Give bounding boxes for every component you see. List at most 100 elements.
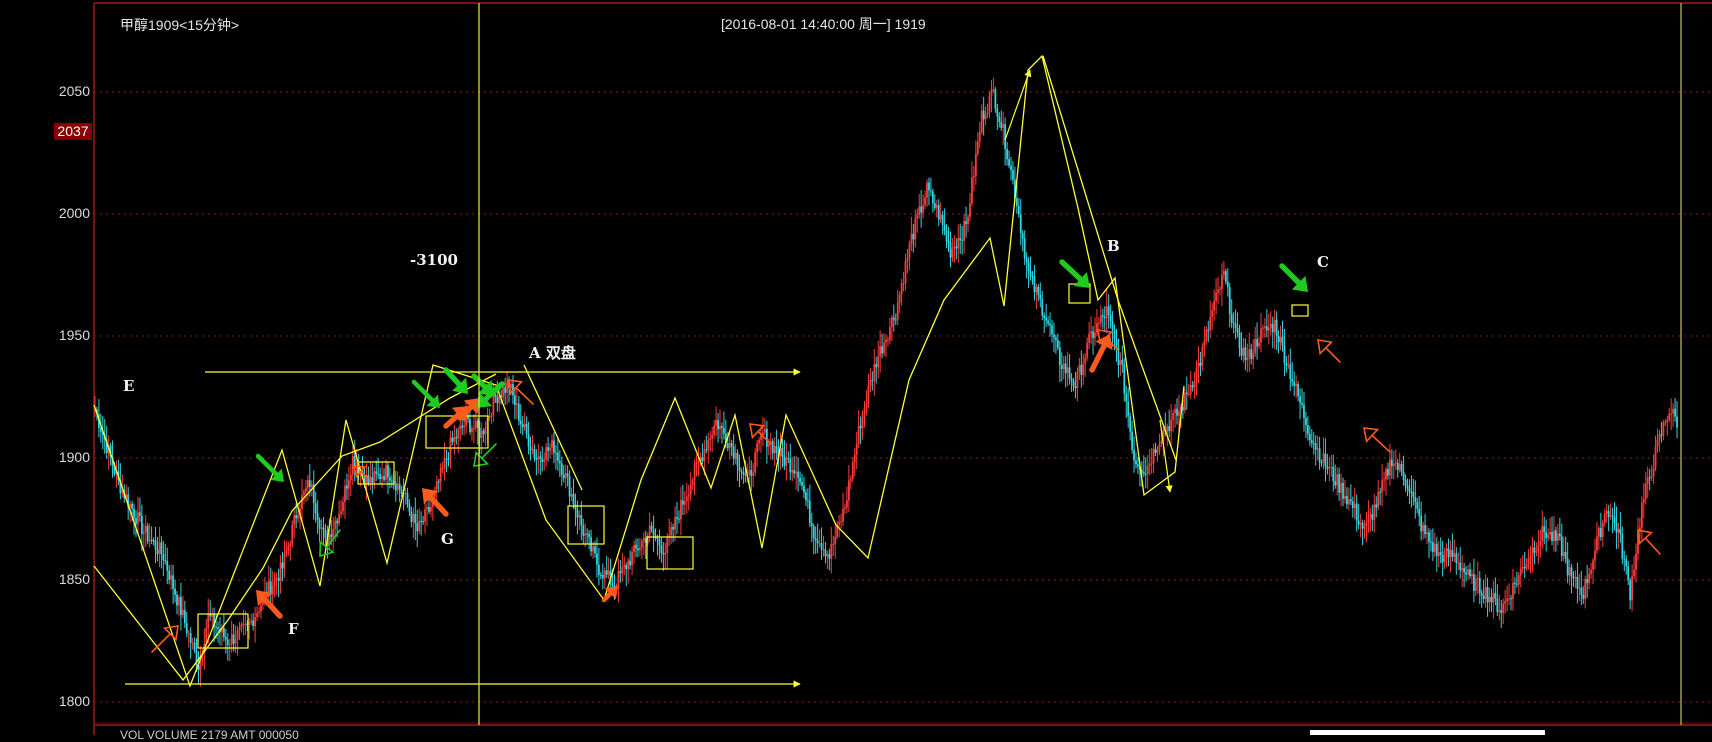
candle-body: [1560, 536, 1563, 557]
candle-body: [721, 426, 723, 428]
candle-body: [1437, 552, 1440, 557]
candle-body: [697, 460, 700, 463]
candle-body: [1664, 422, 1667, 424]
footer-scrollbar[interactable]: [1310, 730, 1545, 735]
candle-body: [1158, 443, 1161, 451]
y-tick-label: 2000: [58, 205, 90, 221]
candle-body: [193, 642, 196, 651]
candle-body: [1586, 578, 1589, 584]
candle-body: [170, 575, 173, 580]
candle-body: [885, 339, 887, 343]
candle-body: [1316, 448, 1319, 450]
candle-body: [758, 439, 760, 444]
candle-body: [1301, 402, 1303, 405]
candle-body: [185, 623, 188, 634]
candle-body: [389, 477, 391, 481]
candle-body: [1170, 419, 1173, 432]
candle-body: [1652, 467, 1655, 477]
candle-body: [1426, 532, 1428, 535]
candle-body: [1135, 460, 1137, 465]
candle-body: [789, 459, 792, 473]
candle-body: [230, 634, 233, 645]
candle-body: [898, 294, 901, 303]
candle-body: [273, 578, 276, 586]
candle-body: [1412, 492, 1415, 498]
candle-body: [1537, 545, 1540, 552]
candle-body: [748, 469, 751, 475]
candle-body: [986, 112, 989, 115]
candle-body: [349, 474, 352, 480]
candle-body: [750, 469, 753, 476]
label-b: B: [1107, 237, 1120, 255]
candle-body: [1142, 472, 1145, 474]
candle-body: [680, 500, 682, 520]
candle-body: [1394, 462, 1397, 464]
candle-body: [1258, 342, 1260, 347]
candle-body: [912, 233, 915, 240]
candle-body: [1416, 502, 1419, 509]
candle-body: [1328, 467, 1331, 469]
candlestick-chart[interactable]: [0, 0, 1712, 735]
candle-body: [678, 518, 680, 520]
candle-body: [588, 533, 591, 538]
candle-body: [580, 515, 583, 526]
candle-body: [1674, 408, 1676, 417]
candle-body: [1000, 121, 1003, 129]
y-tick-label: 1800: [58, 693, 90, 709]
candle-body: [744, 474, 747, 476]
candle-body: [771, 441, 774, 454]
candle-body: [373, 471, 376, 483]
candle-body: [181, 610, 184, 615]
chart-frame: [0, 0, 1712, 735]
candle-body: [1447, 548, 1450, 558]
candle-body: [949, 242, 952, 258]
candle-body: [164, 560, 167, 562]
candle-body: [379, 473, 382, 480]
candle-body: [1517, 575, 1520, 585]
candle-body: [631, 552, 633, 566]
candle-body: [207, 613, 210, 628]
candle-body: [385, 464, 387, 480]
candle-body: [1660, 434, 1663, 436]
candle-body: [1205, 329, 1208, 341]
candle-body: [576, 509, 579, 518]
candle-body: [336, 520, 339, 524]
candle-body: [1291, 379, 1294, 382]
candle-body: [381, 476, 383, 480]
candle-body: [1633, 569, 1635, 577]
candle-body: [140, 515, 143, 534]
candle-body: [1299, 396, 1301, 403]
candle-body: [236, 630, 239, 641]
candle-body: [1150, 463, 1153, 465]
y-tick-label: 2050: [58, 83, 90, 99]
candle-body: [1193, 381, 1196, 388]
candle-body: [736, 452, 739, 467]
label-a: A 双盘: [529, 344, 576, 362]
candle-body: [1658, 434, 1661, 440]
candle-body: [633, 545, 635, 553]
candle-body: [922, 205, 925, 213]
candle-body: [1121, 360, 1124, 365]
candle-body: [1033, 276, 1036, 293]
candle-body: [217, 627, 219, 629]
candle-body: [666, 538, 669, 553]
candle-body: [1666, 419, 1669, 423]
candle-body: [1369, 514, 1372, 517]
candle-body: [330, 534, 333, 538]
candle-body: [834, 537, 837, 545]
candle-body: [1615, 522, 1618, 533]
candle-body: [701, 457, 704, 462]
candle-body: [818, 543, 821, 545]
candle-body: [1387, 468, 1389, 476]
candle-body: [1199, 362, 1202, 366]
candle-body: [1113, 330, 1116, 339]
candle-body: [994, 89, 997, 109]
candle-body: [1584, 578, 1587, 600]
candle-body: [234, 640, 237, 644]
candle-body: [656, 538, 659, 540]
candle-body: [1506, 598, 1508, 602]
candle-body: [482, 430, 485, 435]
volume-readout: VOL VOLUME 2179 AMT 000050: [120, 728, 299, 742]
candle-body: [1068, 367, 1071, 379]
candle-body: [428, 507, 430, 512]
